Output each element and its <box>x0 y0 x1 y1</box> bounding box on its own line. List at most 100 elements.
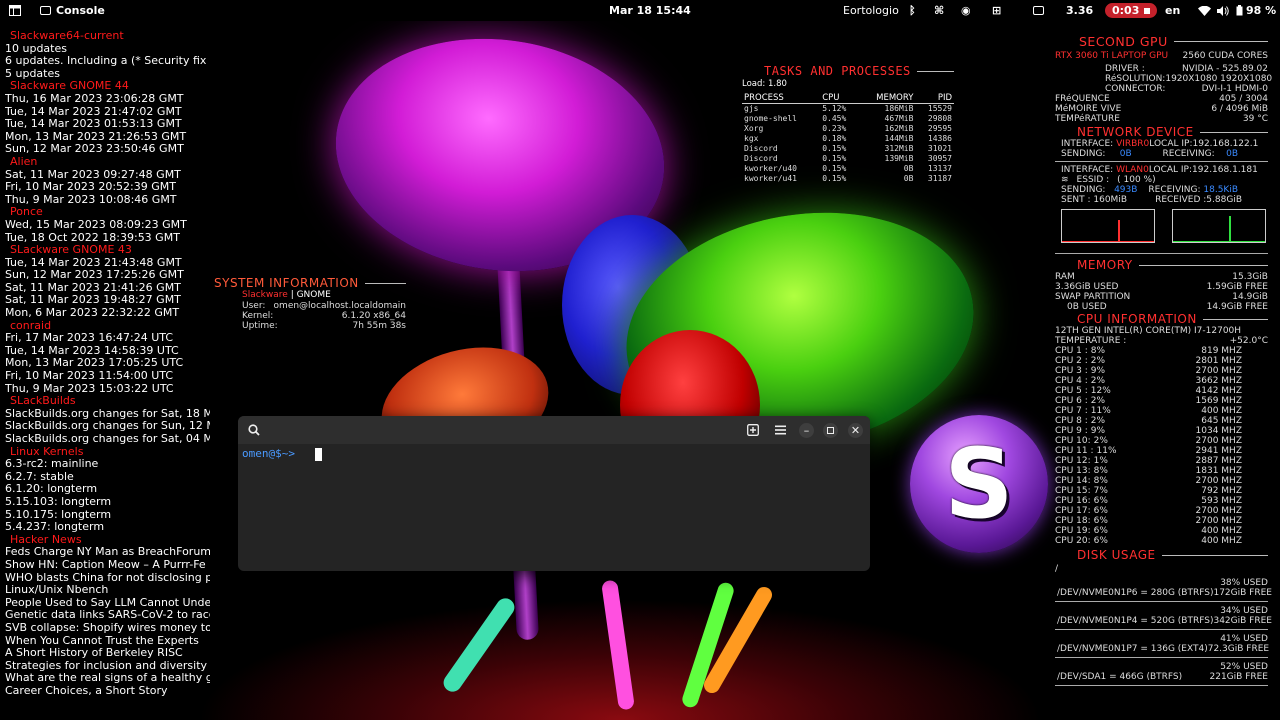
feed-item[interactable]: Sun, 12 Mar 2023 23:50:46 GMT <box>5 143 210 156</box>
cpu-core-label: CPU 7 : <box>1055 406 1088 416</box>
battery-indicator[interactable]: 98 % <box>1236 0 1276 21</box>
feed-item[interactable]: Sat, 11 Mar 2023 19:48:27 GMT <box>5 294 210 307</box>
screen-recording-indicator[interactable]: 0:03 <box>1105 0 1158 21</box>
feed-item[interactable]: SlackBuilds.org changes for Sat, 18 Mar <box>5 408 210 421</box>
feed-title[interactable]: Hacker News <box>5 534 210 547</box>
app-menu[interactable]: Console <box>40 0 105 21</box>
if1-recv-label: RECEIVING: <box>1162 149 1215 159</box>
grid-icon[interactable]: ⊞ <box>992 0 1001 21</box>
new-tab-button[interactable] <box>745 422 761 438</box>
calendar-indicator[interactable]: Eortologio <box>843 0 899 21</box>
console-icon <box>40 6 51 15</box>
feed-item[interactable]: Thu, 9 Mar 2023 15:03:22 UTC <box>5 383 210 396</box>
feed-item[interactable]: Tue, 14 Mar 2023 14:58:39 UTC <box>5 345 210 358</box>
feed-title[interactable]: SLackware GNOME 43 <box>5 244 210 257</box>
feed-item[interactable]: Show HN: Caption Meow – A Purrr-Fe <box>5 559 210 572</box>
feed-item[interactable]: Tue, 14 Mar 2023 21:43:48 GMT <box>5 257 210 270</box>
gpu-freq-label: FRéQUENCE <box>1055 94 1110 104</box>
feed-item[interactable]: 5.15.103: longterm <box>5 496 210 509</box>
cpu-core-label: CPU 11 : <box>1055 446 1094 456</box>
total-sent: SENT : 160MiB <box>1061 195 1128 205</box>
if1-send-label: SENDING: <box>1061 149 1106 159</box>
feed-item[interactable]: SlackBuilds.org changes for Sat, 04 Mar <box>5 433 210 446</box>
feed-item[interactable]: 5.4.237: longterm <box>5 521 210 534</box>
feed-item[interactable]: Linux/Unix Nbench <box>5 584 210 597</box>
feed-item[interactable]: SVB collapse: Shopify wires money to <box>5 622 210 635</box>
feed-item[interactable]: Sun, 12 Mar 2023 17:25:26 GMT <box>5 269 210 282</box>
feed-item[interactable]: 6.1.20: longterm <box>5 483 210 496</box>
feed-item[interactable]: Thu, 16 Mar 2023 23:06:28 GMT <box>5 93 210 106</box>
feed-item[interactable]: Fri, 10 Mar 2023 20:52:39 GMT <box>5 181 210 194</box>
main-menu-button[interactable] <box>772 422 788 438</box>
feed-item[interactable]: Mon, 13 Mar 2023 17:05:25 UTC <box>5 357 210 370</box>
feed-item[interactable]: Sat, 11 Mar 2023 21:41:26 GMT <box>5 282 210 295</box>
terminal-icon[interactable] <box>1033 0 1044 21</box>
cpu-core-label: CPU 5 : <box>1055 386 1088 396</box>
feed-item[interactable]: Wed, 15 Mar 2023 08:09:23 GMT <box>5 219 210 232</box>
clock[interactable]: Mar 18 15:44 <box>609 0 691 21</box>
feed-item[interactable]: 10 updates <box>5 43 210 56</box>
process-name: kworker/u41 <box>744 174 797 183</box>
volume-icon[interactable] <box>1217 0 1229 21</box>
cpu-core-usage: 6% <box>1093 536 1108 546</box>
feed-item[interactable]: SlackBuilds.org changes for Sun, 12 Ma <box>5 420 210 433</box>
cpu-core-label: CPU 18: <box>1055 516 1091 526</box>
feed-item[interactable]: 6 updates. Including a (* Security fix *… <box>5 55 210 68</box>
font-icon[interactable]: ⌘ <box>934 0 944 21</box>
terminal-content[interactable]: omen@$~> <box>238 444 870 464</box>
cpu-core-usage: 11% <box>1090 406 1111 416</box>
feed-item[interactable]: Fri, 10 Mar 2023 11:54:00 UTC <box>5 370 210 383</box>
feed-title[interactable]: Slackware GNOME 44 <box>5 80 210 93</box>
feed-item[interactable]: Tue, 14 Mar 2023 21:47:02 GMT <box>5 106 210 119</box>
keyboard-layout[interactable]: en <box>1165 0 1180 21</box>
kernel-label: Kernel: <box>242 311 274 321</box>
feed-item[interactable]: Career Choices, a Short Story <box>5 685 210 698</box>
feed-item[interactable]: A Short History of Berkeley RISC <box>5 647 210 660</box>
swap-free: 14.9GiB FREE <box>1206 302 1268 312</box>
feed-item[interactable]: Tue, 14 Mar 2023 01:53:13 GMT <box>5 118 210 131</box>
feed-title[interactable]: SLackBuilds <box>5 395 210 408</box>
slackware-logo: S <box>910 415 1048 553</box>
activities-button[interactable] <box>9 0 21 21</box>
feed-item[interactable]: 6.2.7: stable <box>5 471 210 484</box>
feed-item[interactable]: 5.10.175: longterm <box>5 509 210 522</box>
feed-item[interactable]: Thu, 9 Mar 2023 10:08:46 GMT <box>5 194 210 207</box>
feed-item[interactable]: Tue, 18 Oct 2022 18:39:53 GMT <box>5 232 210 245</box>
feed-title[interactable]: Linux Kernels <box>5 446 210 459</box>
search-button[interactable] <box>246 422 262 438</box>
if2-label: INTERFACE: <box>1061 165 1114 175</box>
feed-item[interactable]: Fri, 17 Mar 2023 16:47:24 UTC <box>5 332 210 345</box>
feed-item[interactable]: Feds Charge NY Man as BreachForum <box>5 546 210 559</box>
disk-free: 72.3GiB FREE <box>1207 644 1270 654</box>
discord-icon[interactable]: ◉ <box>961 0 971 21</box>
feed-title[interactable]: conraid <box>5 320 210 333</box>
maximize-button[interactable] <box>823 423 838 438</box>
console-window[interactable]: – ✕ omen@$~> <box>238 416 870 571</box>
disk-list: 38% USED/DEV/NVME0N1P6 = 280G (BTRFS) 172… <box>1055 578 1272 686</box>
gpu-title: SECOND GPU <box>1079 34 1168 49</box>
if1-recv-value: 0B <box>1226 149 1238 159</box>
feed-item[interactable]: Genetic data links SARS-CoV-2 to racc <box>5 609 210 622</box>
feed-item[interactable]: Mon, 6 Mar 2023 22:32:22 GMT <box>5 307 210 320</box>
feed-title[interactable]: Alien <box>5 156 210 169</box>
console-headerbar[interactable]: – ✕ <box>238 416 870 444</box>
wallpaper-stem <box>601 579 635 711</box>
wifi-icon[interactable] <box>1198 0 1211 21</box>
bluetooth-icon[interactable]: ᛒ <box>909 0 916 21</box>
feed-title[interactable]: Ponce <box>5 206 210 219</box>
feed-item[interactable]: Strategies for inclusion and diversity i… <box>5 660 210 673</box>
feed-item[interactable]: Sat, 11 Mar 2023 09:27:48 GMT <box>5 169 210 182</box>
feed-item[interactable]: People Used to Say LLM Cannot Under <box>5 597 210 610</box>
minimize-button[interactable]: – <box>799 423 814 438</box>
feed-item[interactable]: What are the real signs of a healthy gut <box>5 672 210 685</box>
feed-title[interactable]: Slackware64-current <box>5 30 210 43</box>
feed-item[interactable]: WHO blasts China for not disclosing po <box>5 572 210 585</box>
wifi-small-icon: ≋ <box>1061 175 1069 185</box>
feed-item[interactable]: When You Cannot Trust the Experts <box>5 635 210 648</box>
feed-item[interactable]: 6.3-rc2: mainline <box>5 458 210 471</box>
feed-item[interactable]: 5 updates <box>5 68 210 81</box>
close-button[interactable]: ✕ <box>848 423 863 438</box>
feed-item[interactable]: Mon, 13 Mar 2023 21:26:53 GMT <box>5 131 210 144</box>
ram-used: 3.36GiB USED <box>1055 282 1119 292</box>
process-memory: 0B <box>903 164 914 173</box>
